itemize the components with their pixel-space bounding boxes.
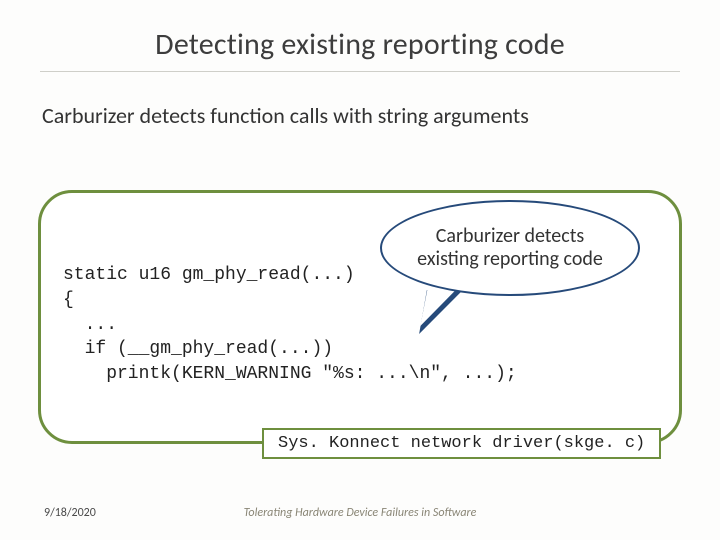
code-line: static u16 gm_phy_read(...): [63, 265, 355, 285]
footer-talk-title: Tolerating Hardware Device Failures in S…: [0, 506, 720, 520]
code-line: ...: [63, 315, 117, 335]
caption-label: Sys. Konnect network driver(skge. c): [262, 428, 661, 459]
code-line: printk(KERN_WARNING "%s: ...\n", ...);: [63, 364, 517, 384]
callout-bubble: Carburizer detects existing reporting co…: [380, 200, 640, 296]
slide: Detecting existing reporting code Carbur…: [0, 0, 720, 540]
slide-subtitle: Carburizer detects function calls with s…: [42, 102, 720, 129]
code-line: if (__gm_phy_read(...)): [63, 339, 333, 359]
code-line: {: [63, 290, 74, 310]
slide-title: Detecting existing reporting code: [0, 0, 720, 63]
title-underline: [40, 71, 680, 72]
callout-text: Carburizer detects existing reporting co…: [406, 225, 614, 271]
